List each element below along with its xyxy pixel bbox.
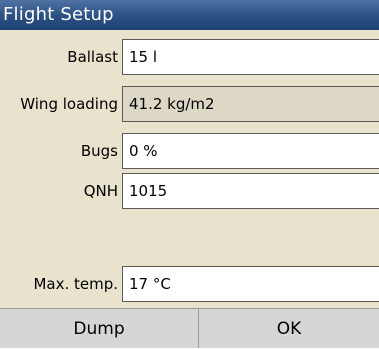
max-temp-field[interactable]: 17 °C xyxy=(122,266,379,302)
ballast-row: Ballast 15 l xyxy=(0,39,379,75)
wing-loading-label: Wing loading xyxy=(20,95,118,113)
wing-loading-row: Wing loading 41.2 kg/m2 xyxy=(0,86,379,122)
ballast-label: Ballast xyxy=(67,48,118,66)
dump-button[interactable]: Dump xyxy=(0,308,199,348)
wing-loading-field: 41.2 kg/m2 xyxy=(122,86,379,122)
max-temp-row: Max. temp. 17 °C xyxy=(0,266,379,302)
bugs-field[interactable]: 0 % xyxy=(122,133,379,169)
ok-button[interactable]: OK xyxy=(199,308,379,348)
flight-setup-dialog: Flight Setup Ballast 15 l Wing loading 4… xyxy=(0,0,379,348)
button-bar: Dump OK xyxy=(0,308,379,348)
qnh-row: QNH 1015 xyxy=(0,173,379,209)
dialog-title: Flight Setup xyxy=(0,0,379,30)
max-temp-label: Max. temp. xyxy=(33,275,118,293)
qnh-label: QNH xyxy=(83,182,118,200)
bugs-row: Bugs 0 % xyxy=(0,133,379,169)
ballast-field[interactable]: 15 l xyxy=(122,39,379,75)
qnh-field[interactable]: 1015 xyxy=(122,173,379,209)
bugs-label: Bugs xyxy=(80,142,118,160)
